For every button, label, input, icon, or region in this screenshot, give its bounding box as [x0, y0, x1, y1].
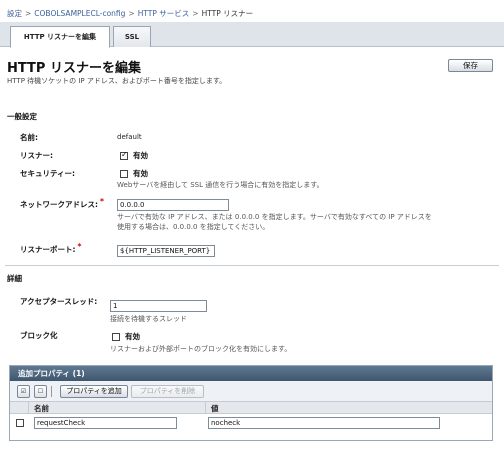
- network-address-label-text: ネットワークアドレス:: [20, 200, 98, 209]
- tab-ssl[interactable]: SSL: [113, 26, 151, 47]
- breadcrumb: 設定 > COBOLSAMPLECL-config > HTTP サービス > HTTP リ…: [7, 8, 253, 19]
- acceptor-threads-help: 接続を待機するスレッド: [110, 315, 187, 323]
- listener-port-label-text: リスナーポート:: [20, 245, 76, 254]
- column-divider: [205, 402, 206, 414]
- general-settings-heading: 一般設定: [7, 112, 37, 121]
- table-toolbar: ☑ ☐ プロパティを追加 プロパティを削除: [10, 381, 492, 402]
- table-title: 追加プロパティ (1): [10, 366, 492, 381]
- required-marker: *: [100, 197, 104, 206]
- table-row: requestCheck nocheck: [10, 414, 492, 432]
- row-select-checkbox[interactable]: [16, 419, 24, 427]
- network-address-label: ネットワークアドレス: *: [20, 197, 104, 210]
- breadcrumb-settings-link[interactable]: 設定: [7, 9, 22, 18]
- tab-edit-http-listener[interactable]: HTTP リスナーを編集: [10, 26, 110, 48]
- blocking-enabled-checkbox[interactable]: [112, 332, 120, 341]
- security-enabled-checkbox[interactable]: [120, 169, 128, 178]
- breadcrumb-http-service-link[interactable]: HTTP サービス: [138, 9, 190, 18]
- acceptor-threads-label: アクセプタースレッド:: [20, 297, 98, 306]
- add-property-button[interactable]: プロパティを追加: [60, 385, 128, 398]
- name-label: 名前:: [20, 133, 38, 142]
- additional-properties-table: 追加プロパティ (1) ☑ ☐ プロパティを追加 プロパティを削除 名前 値 r…: [9, 365, 493, 441]
- save-button[interactable]: 保存: [448, 59, 493, 72]
- listener-port-label: リスナーポート: *: [20, 242, 82, 255]
- breadcrumb-separator: >: [128, 9, 135, 18]
- acceptor-threads-input[interactable]: 1: [110, 300, 207, 312]
- listener-enabled-text: 有効: [133, 151, 148, 160]
- table-header: 名前 値: [10, 402, 492, 414]
- listener-enabled-checkbox[interactable]: [120, 150, 128, 160]
- blocking-enabled-text: 有効: [125, 332, 140, 341]
- column-divider: [28, 402, 29, 414]
- details-heading: 詳細: [7, 274, 22, 283]
- property-name-input[interactable]: requestCheck: [34, 417, 177, 429]
- network-address-input[interactable]: 0.0.0.0: [117, 199, 229, 211]
- select-all-icon[interactable]: ☑: [17, 385, 30, 398]
- blocking-help: リスナーおよび外部ポートのブロック化を有効にします。: [110, 345, 292, 353]
- security-label: セキュリティー:: [20, 169, 76, 178]
- security-help-text: Webサーバを経由して SSL 通信を行う場合に有効を指定します。: [117, 181, 324, 189]
- network-address-help-2: 使用する場合は、0.0.0.0 を指定してください。: [117, 223, 270, 231]
- breadcrumb-config-link[interactable]: COBOLSAMPLECL-config: [34, 9, 125, 18]
- section-divider: [5, 265, 499, 266]
- page-title: HTTP リスナーを編集: [7, 61, 141, 76]
- listener-label: リスナー:: [20, 151, 53, 160]
- blocking-label: ブロック化: [20, 331, 58, 340]
- listener-port-input[interactable]: ${HTTP_LISTENER_PORT}: [117, 245, 215, 257]
- breadcrumb-separator: >: [25, 9, 32, 18]
- column-header-value[interactable]: 値: [211, 403, 219, 414]
- breadcrumb-current: HTTP リスナー: [201, 9, 254, 18]
- blocking-enabled-row: 有効: [112, 331, 140, 342]
- security-enabled-row: 有効: [120, 168, 148, 179]
- page-description: HTTP 待機ソケットの IP アドレス、およびポート番号を指定します。: [7, 77, 227, 85]
- delete-property-button[interactable]: プロパティを削除: [131, 385, 204, 398]
- deselect-all-icon[interactable]: ☐: [34, 385, 47, 398]
- column-header-name[interactable]: 名前: [34, 403, 49, 414]
- listener-enabled-row: 有効: [120, 150, 148, 161]
- tab-bar: HTTP リスナーを編集 SSL: [0, 22, 504, 48]
- security-enabled-text: 有効: [133, 169, 148, 178]
- required-marker: *: [77, 242, 82, 251]
- toolbar-separator: [51, 386, 52, 397]
- name-value: default: [117, 133, 142, 141]
- property-value-input[interactable]: nocheck: [208, 417, 440, 429]
- network-address-help-1: サーバで有効な IP アドレス、または 0.0.0.0 を指定します。サーバで有…: [117, 213, 432, 221]
- breadcrumb-separator: >: [192, 9, 199, 18]
